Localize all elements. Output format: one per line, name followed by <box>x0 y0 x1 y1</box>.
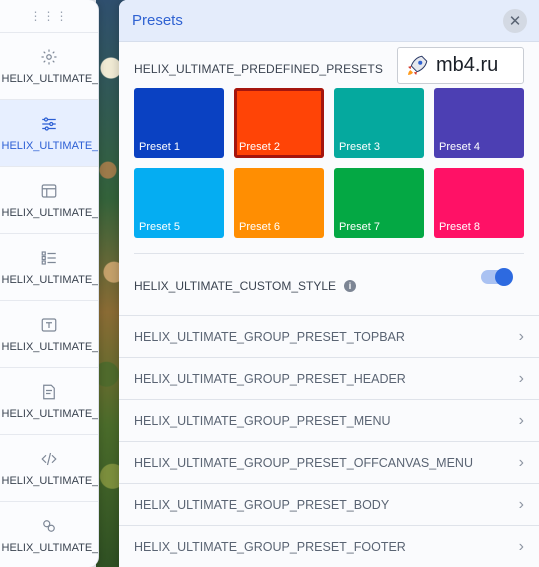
preset-tile[interactable]: Preset 8 <box>434 168 524 238</box>
sidebar-item-label: HELIX_ULTIMATE_TYPO <box>1 341 99 353</box>
preset-tile[interactable]: Preset 5 <box>134 168 224 238</box>
preset-group-item[interactable]: HELIX_ULTIMATE_GROUP_PRESET_TOPBAR › <box>119 315 539 357</box>
panel-title: Presets <box>132 12 183 29</box>
preset-tile[interactable]: Preset 1 <box>134 88 224 158</box>
preset-group-label: HELIX_ULTIMATE_GROUP_PRESET_TOPBAR <box>134 329 405 344</box>
sidebar-item-label: HELIX_ULTIMATE_LAYO <box>1 207 99 219</box>
chevron-right-icon: › <box>518 495 524 513</box>
preset-name: Preset 6 <box>239 221 280 233</box>
preset-tile[interactable]: Preset 3 <box>334 88 424 158</box>
sidebar-item-label: HELIX_ULTIMATE_B <box>1 408 99 420</box>
preset-tile[interactable]: Preset 4 <box>434 88 524 158</box>
preset-group-label: HELIX_ULTIMATE_GROUP_PRESET_BODY <box>134 497 390 512</box>
chevron-right-icon: › <box>518 411 524 429</box>
close-button[interactable]: ✕ <box>503 8 527 33</box>
predefined-presets-label: HELIX_ULTIMATE_PREDEFINED_PRESETS <box>134 62 383 76</box>
preset-group-item[interactable]: HELIX_ULTIMATE_GROUP_PRESET_OFFCANVAS_ME… <box>119 441 539 483</box>
preset-name: Preset 5 <box>139 221 180 233</box>
sliders-icon <box>39 114 59 134</box>
preset-group-item[interactable]: HELIX_ULTIMATE_GROUP_PRESET_HEADER › <box>119 357 539 399</box>
layout-icon <box>39 181 59 201</box>
preset-group-label: HELIX_ULTIMATE_GROUP_PRESET_HEADER <box>134 371 406 386</box>
settings-advanced-icon <box>39 516 59 536</box>
sidebar-item-label: HELIX_ULTIMATE_FI <box>1 542 99 554</box>
preset-group-label: HELIX_ULTIMATE_GROUP_PRESET_MENU <box>134 413 391 428</box>
gear-icon <box>39 47 59 67</box>
presets-panel: Presets ✕ HELIX_ULTIMATE_PREDEFINED_PRES… <box>119 0 539 567</box>
sidebar-item-presets[interactable]: HELIX_ULTIMATE_PRES <box>0 99 98 166</box>
close-icon: ✕ <box>508 12 522 30</box>
sidebar-item-advanced[interactable]: HELIX_ULTIMATE_FI <box>0 501 98 567</box>
watermark-logo: mb4.ru <box>397 47 524 84</box>
drag-handle-icon[interactable]: ⋮⋮⋮ <box>0 0 98 32</box>
preset-tile[interactable]: Preset 7 <box>334 168 424 238</box>
divider <box>134 253 524 254</box>
preset-group-item[interactable]: HELIX_ULTIMATE_GROUP_PRESET_MENU › <box>119 399 539 441</box>
chevron-right-icon: › <box>518 537 524 555</box>
preset-name: Preset 4 <box>439 141 480 153</box>
custom-style-label: HELIX_ULTIMATE_CUSTOM_STYLE <box>134 279 337 293</box>
info-icon[interactable]: i <box>344 280 357 292</box>
sidebar: ⋮⋮⋮ HELIX_ULTIMATE_BASIC HELIX_ULTIMATE_… <box>0 0 99 567</box>
preset-group-item[interactable]: HELIX_ULTIMATE_GROUP_PRESET_BODY › <box>119 483 539 525</box>
toggle-knob <box>495 268 513 286</box>
watermark-text: mb4.ru <box>436 54 499 76</box>
custom-style-toggle[interactable] <box>481 268 513 286</box>
preset-name: Preset 2 <box>239 141 280 153</box>
preset-name: Preset 7 <box>339 221 380 233</box>
chevron-right-icon: › <box>518 327 524 345</box>
preset-name: Preset 3 <box>339 141 380 153</box>
preset-name: Preset 1 <box>139 141 180 153</box>
chevron-right-icon: › <box>518 453 524 471</box>
preset-grid: Preset 1 Preset 2 Preset 3 Preset 4 Preset 5… <box>134 88 524 238</box>
preset-group-list: HELIX_ULTIMATE_GROUP_PRESET_TOPBAR › HELIX… <box>119 315 539 567</box>
sidebar-item-navigation[interactable]: HELIX_ULTIMATE_NAVI <box>0 233 98 300</box>
preset-group-label: HELIX_ULTIMATE_GROUP_PRESET_FOOTER <box>134 539 406 554</box>
chevron-right-icon: › <box>518 369 524 387</box>
preset-tile[interactable]: Preset 6 <box>234 168 324 238</box>
preset-tile[interactable]: Preset 2 <box>234 88 324 158</box>
code-icon <box>39 449 59 469</box>
sidebar-item-label: HELIX_ULTIMATE_C <box>1 475 99 487</box>
list-icon <box>39 248 59 268</box>
panel-header: Presets ✕ <box>119 0 539 42</box>
rocket-icon <box>408 55 428 75</box>
sidebar-item-label: HELIX_ULTIMATE_BASIC <box>1 73 99 85</box>
sidebar-item-layout[interactable]: HELIX_ULTIMATE_LAYO <box>0 166 98 233</box>
custom-style-row: HELIX_ULTIMATE_CUSTOM_STYLE i <box>134 279 357 293</box>
sidebar-item-label: HELIX_ULTIMATE_PRES <box>1 140 99 152</box>
preset-name: Preset 8 <box>439 221 480 233</box>
sidebar-item-label: HELIX_ULTIMATE_NAVI <box>1 274 99 286</box>
typography-icon <box>39 315 59 335</box>
preset-group-item[interactable]: HELIX_ULTIMATE_GROUP_PRESET_FOOTER › <box>119 525 539 567</box>
sidebar-item-typography[interactable]: HELIX_ULTIMATE_TYPO <box>0 300 98 367</box>
blog-icon <box>39 382 59 402</box>
preset-group-label: HELIX_ULTIMATE_GROUP_PRESET_OFFCANVAS_ME… <box>134 455 473 470</box>
sidebar-item-code[interactable]: HELIX_ULTIMATE_C <box>0 434 98 501</box>
sidebar-item-blog[interactable]: HELIX_ULTIMATE_B <box>0 367 98 434</box>
sidebar-item-basic[interactable]: HELIX_ULTIMATE_BASIC <box>0 32 98 99</box>
